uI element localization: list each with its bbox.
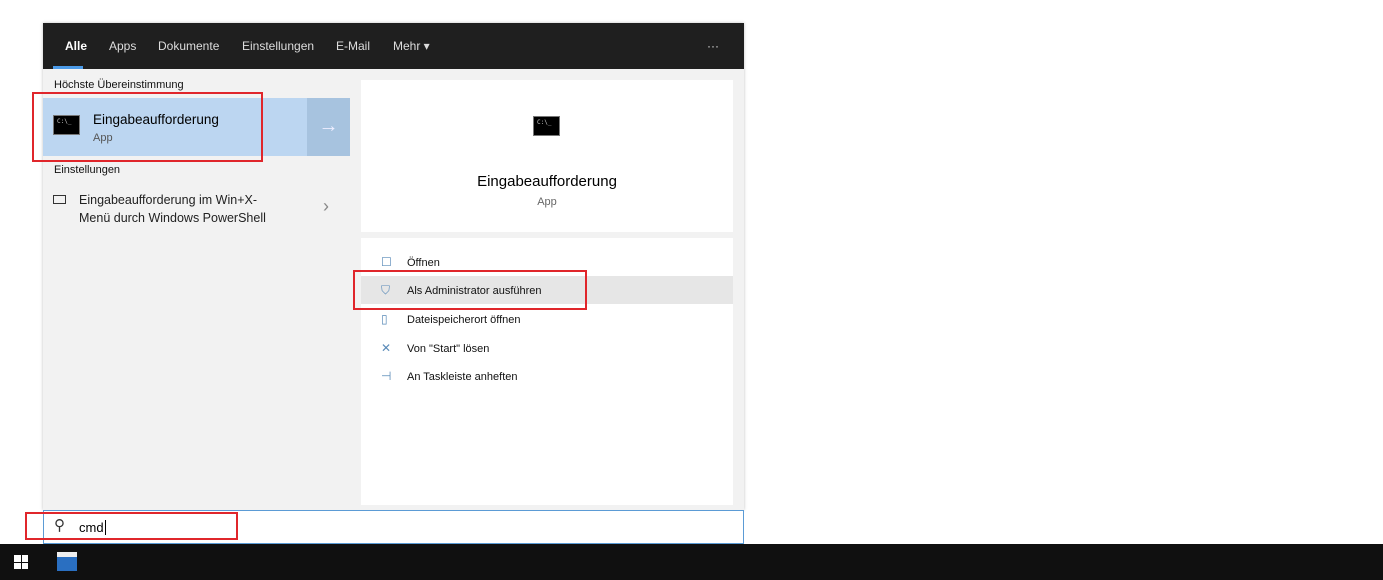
tab-alle[interactable]: Alle <box>65 39 87 53</box>
highlight-box <box>32 92 263 162</box>
tab-dokumente[interactable]: Dokumente <box>158 39 219 53</box>
more-options-button[interactable]: ··· <box>707 39 719 53</box>
highlight-box <box>25 512 238 540</box>
settings-item-line2: Menü durch Windows PowerShell <box>79 211 266 225</box>
highlight-box <box>353 270 587 310</box>
arrow-right-icon[interactable]: → <box>307 98 350 156</box>
search-tabs: Alle Apps Dokumente Einstellungen E-Mail… <box>43 23 744 69</box>
chevron-right-icon: › <box>323 196 329 216</box>
action-label: Öffnen <box>407 257 440 269</box>
tab-einstellungen[interactable]: Einstellungen <box>242 39 314 53</box>
settings-item-line1: Eingabeaufforderung im Win+X- <box>79 193 257 207</box>
tab-email[interactable]: E-Mail <box>336 39 370 53</box>
action-unpin-start[interactable]: ✕ Von "Start" lösen <box>381 334 733 362</box>
settings-heading: Einstellungen <box>54 164 121 176</box>
preview-card: C:\_ Eingabeaufforderung App <box>361 80 733 232</box>
settings-item[interactable]: Eingabeaufforderung im Win+X- Menü durch… <box>43 188 350 228</box>
unpin-icon: ✕ <box>381 341 392 355</box>
active-tab-indicator <box>53 66 83 69</box>
preview-title: Eingabeaufforderung <box>477 173 617 190</box>
action-label: An Taskleiste anheften <box>407 371 518 383</box>
tab-mehr[interactable]: Mehr ▾ <box>393 39 430 53</box>
tab-apps[interactable]: Apps <box>109 39 136 53</box>
taskbar <box>0 544 1383 580</box>
pin-icon: ⊣ <box>381 369 392 383</box>
mail-icon[interactable] <box>57 552 77 571</box>
preview-subtitle: App <box>537 196 557 208</box>
best-match-heading: Höchste Übereinstimmung <box>54 79 184 91</box>
windows-start-icon[interactable] <box>14 555 28 569</box>
action-label: Dateispeicherort öffnen <box>407 314 521 326</box>
command-prompt-icon: C:\_ <box>533 116 560 136</box>
action-label: Von "Start" lösen <box>407 343 490 355</box>
monitor-icon <box>53 195 66 204</box>
action-pin-taskbar[interactable]: ⊣ An Taskleiste anheften <box>381 362 733 390</box>
